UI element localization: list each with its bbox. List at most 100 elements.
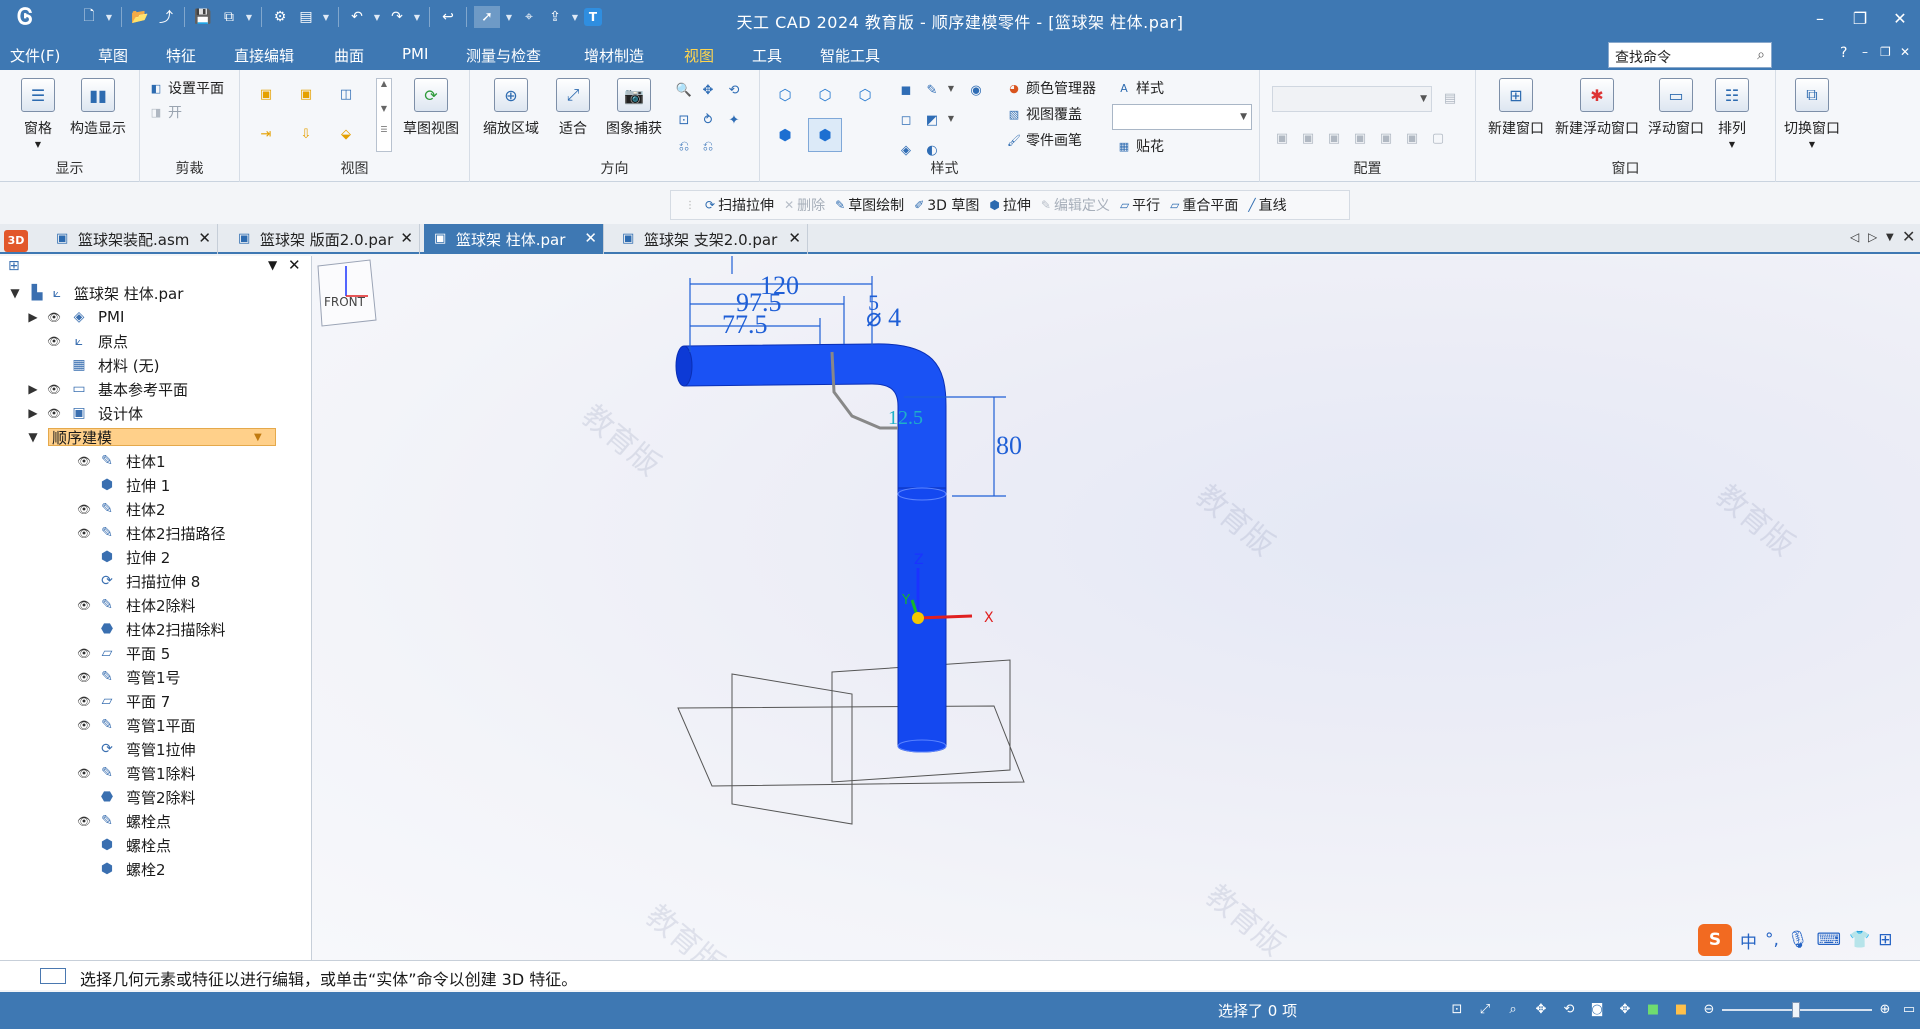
pin-icon[interactable]: ▼ (268, 258, 277, 272)
redo-icon[interactable]: ↷ (386, 6, 408, 28)
visibility-eye-icon[interactable]: 👁 (76, 647, 92, 660)
close-icon[interactable]: ✕ (584, 229, 597, 247)
visibility-eye-icon[interactable]: 👁 (46, 383, 62, 396)
lock-icon[interactable]: ■ (1672, 1001, 1690, 1019)
menu-measure[interactable]: 测量与检查 (466, 45, 541, 66)
cmd-3d-sketch[interactable]: ✐ 3D 草图 (914, 195, 979, 215)
ime-mode[interactable]: 中 (1740, 928, 1757, 953)
tab-prev-icon[interactable]: ◁ (1850, 230, 1859, 244)
open-recent-icon[interactable]: ⤴ (155, 6, 177, 28)
save-icon[interactable]: 💾 (192, 6, 214, 28)
menu-view[interactable]: 视图 (684, 45, 715, 73)
restore-button[interactable]: ❐ (1842, 8, 1878, 30)
sketch-view-icon[interactable]: ✥ (1616, 1001, 1634, 1019)
punctuation-icon[interactable]: °, (1765, 930, 1779, 950)
view-cube[interactable]: FRONT (312, 256, 382, 336)
cmd-extrude[interactable]: ⬢ 拉伸 (989, 195, 1030, 215)
tree-item[interactable]: ⬢ 拉伸 1 (0, 474, 312, 496)
tree-item[interactable]: 👁 ▱ 平面 5 (0, 642, 312, 664)
undo-icon[interactable]: ↶ (346, 6, 368, 28)
fullscreen-icon[interactable]: ▭ (1900, 1001, 1918, 1019)
expand-list-icon[interactable]: ☰ (377, 125, 391, 134)
visibility-eye-icon[interactable]: 👁 (76, 503, 92, 516)
visibility-eye-icon[interactable]: 👁 (46, 407, 62, 420)
search-icon[interactable]: ⌕ (1757, 47, 1765, 63)
image-capture-button[interactable]: 📷 图象捕获 (600, 78, 668, 138)
dim-80[interactable]: 80 (996, 431, 1022, 460)
tree-root[interactable]: ▼ ▙ ⟀ 篮球架 柱体.par (0, 282, 312, 304)
menu-tools[interactable]: 工具 (752, 45, 782, 66)
look-at-icon[interactable]: ✦ (724, 110, 744, 130)
tree-item[interactable]: 👁 ✎ 弯管1号 (0, 666, 312, 688)
save-all-icon[interactable]: ⧉ (218, 6, 240, 28)
tree-item[interactable]: ▼ ▼ 顺序建模 (0, 426, 312, 448)
chevron-down-icon[interactable]: ▼ (946, 114, 956, 123)
construct-display-button[interactable]: ▮▮ 构造显示 (64, 78, 132, 138)
settings-icon[interactable]: ⚙ (269, 6, 291, 28)
customize-icon[interactable]: ▼ (570, 13, 580, 22)
app-logo-icon[interactable]: Ꮆ (10, 5, 40, 30)
command-search-input[interactable]: 查找命令 ⌕ (1608, 42, 1772, 68)
new-float-window-button[interactable]: ✱ 新建浮动窗口 (1552, 78, 1642, 138)
sketch-view-button[interactable]: ⟳ 草图视图 (398, 78, 464, 138)
chevron-right-icon[interactable]: ▶ (26, 310, 40, 324)
config-apply-icon[interactable]: ▣ (1324, 128, 1344, 148)
revert-icon[interactable]: ↩ (437, 6, 459, 28)
menu-features[interactable]: 特征 (166, 45, 196, 66)
config-delete-icon[interactable]: ▢ (1428, 128, 1448, 148)
style-select[interactable]: ▼ (1112, 104, 1252, 130)
rotate-icon[interactable]: ⟲ (1560, 1001, 1578, 1019)
view-cube-top-icon[interactable]: ▣ (256, 84, 276, 104)
visibility-eye-icon[interactable]: 👁 (46, 335, 62, 348)
tree-item[interactable]: ⬢ 螺栓点 (0, 834, 312, 856)
tree-options-icon[interactable]: ⊞ (8, 258, 20, 274)
doc-close-button[interactable]: ✕ (1900, 45, 1910, 59)
view-split-icon[interactable]: ◫ (336, 84, 356, 104)
new-file-icon[interactable]: 🗋 (78, 6, 100, 28)
dim-12-5[interactable]: 12.5 (888, 407, 923, 429)
visibility-eye-icon[interactable]: 👁 (76, 671, 92, 684)
select-tool-icon[interactable]: ⌖ (518, 6, 540, 28)
cmd-edit-definition[interactable]: ✎ 编辑定义 (1041, 195, 1110, 215)
chevron-down-icon[interactable]: ▼ (26, 430, 40, 444)
config-paste-icon[interactable]: ▣ (1376, 128, 1396, 148)
config-copy-icon[interactable]: ▣ (1350, 128, 1370, 148)
help-button[interactable]: ? (1840, 45, 1847, 61)
cmd-coincident-plane[interactable]: ▱ 重合平面 (1170, 195, 1238, 215)
ime-logo[interactable]: S (1698, 924, 1732, 956)
chevron-right-icon[interactable]: ▶ (26, 382, 40, 396)
tree-item[interactable]: 👁 ✎ 弯管1除料 (0, 762, 312, 784)
view-overlay-button[interactable]: ▧ 视图覆盖 (1006, 104, 1082, 124)
tree-item[interactable]: ⬢ 拉伸 2 (0, 546, 312, 568)
visibility-eye-icon[interactable]: 👁 (46, 311, 62, 324)
previous-view-icon[interactable]: ⎌ (674, 136, 694, 156)
skin-icon[interactable]: 👕 (1849, 930, 1870, 950)
menu-surface[interactable]: 曲面 (334, 45, 364, 66)
iso-view-icon[interactable]: ⬡ (774, 84, 796, 106)
toolbox-icon[interactable]: ⊞ (1878, 930, 1892, 950)
tree-item[interactable]: 👁 ⟀ 原点 (0, 330, 312, 352)
cmd-parallel[interactable]: ▱ 平行 (1120, 195, 1160, 215)
tree-item[interactable]: ▶ 👁 ▭ 基本参考平面 (0, 378, 312, 400)
spin-icon[interactable]: ⥁ (698, 110, 718, 130)
tree-item[interactable]: 👁 ▱ 平面 7 (0, 690, 312, 712)
menu-pmi[interactable]: PMI (402, 45, 428, 63)
tree-item[interactable]: ▦ 材料 (无) (0, 354, 312, 376)
chevron-down-icon[interactable]: ▼ (244, 13, 254, 22)
tab-next-icon[interactable]: ▷ (1868, 230, 1877, 244)
chevron-down-icon[interactable]: ▼ (321, 13, 331, 22)
tree-item[interactable]: 👁 ✎ 柱体2除料 (0, 594, 312, 616)
clip-on-button[interactable]: ◨ 开 (148, 102, 182, 122)
shade-icon[interactable]: ■ (1644, 1001, 1662, 1019)
menu-smart-tools[interactable]: 智能工具 (820, 45, 880, 66)
fit-button[interactable]: ⤢ 适合 (550, 78, 596, 138)
config-select[interactable]: ▼ (1272, 86, 1432, 112)
tab-column[interactable]: ▣ 篮球架 柱体.par ✕ (424, 224, 604, 254)
grip-icon[interactable]: ⋮ (685, 200, 695, 211)
zoom-area-button[interactable]: ⊕ 缩放区域 (478, 78, 544, 138)
menu-file[interactable]: 文件(F) (10, 45, 60, 66)
tree-item[interactable]: ⟳ 扫描拉伸 8 (0, 570, 312, 592)
tree-item[interactable]: 👁 ✎ 柱体2 (0, 498, 312, 520)
zoom-out-icon[interactable]: ⊖ (1700, 1001, 1718, 1019)
chevron-right-icon[interactable]: ▶ (26, 406, 40, 420)
